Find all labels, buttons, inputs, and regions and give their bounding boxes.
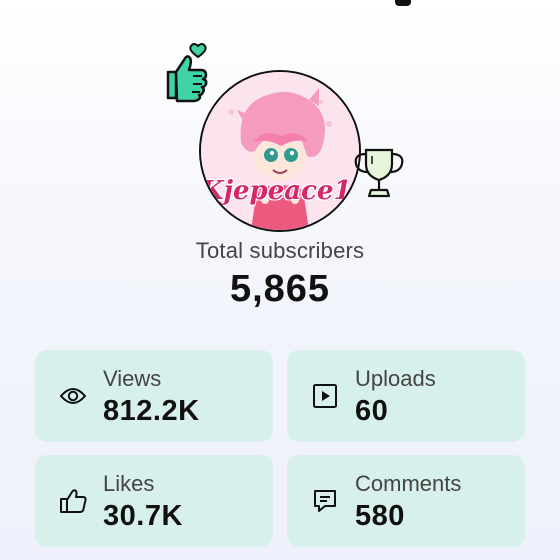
profile-header: Kjepeace18 <box>0 30 560 232</box>
stat-label: Uploads <box>355 366 436 391</box>
avatar-signature: Kjepeace18 <box>201 176 361 206</box>
header-edge-glyph <box>395 0 411 6</box>
thumbs-up-icon <box>59 487 87 515</box>
comment-icon <box>311 487 339 515</box>
channel-avatar[interactable]: Kjepeace18 <box>199 70 361 232</box>
stat-card-views[interactable]: Views 812.2K <box>35 350 273 442</box>
eye-icon <box>59 382 87 410</box>
stat-card-comments[interactable]: Comments 580 <box>287 455 525 547</box>
trophy-sticker-icon <box>348 142 410 209</box>
stat-value: 580 <box>355 500 405 532</box>
play-box-icon <box>311 382 339 410</box>
stat-value: 812.2K <box>103 395 200 427</box>
stat-label: Views <box>103 366 162 391</box>
total-subscribers-label: Total subscribers <box>195 238 365 263</box>
stat-value: 30.7K <box>103 500 183 532</box>
total-subscribers-value: 5,865 <box>229 268 331 310</box>
stat-card-likes[interactable]: Likes 30.7K <box>35 455 273 547</box>
stat-card-uploads[interactable]: Uploads 60 <box>287 350 525 442</box>
thumbs-up-sticker-icon <box>160 42 212 111</box>
stat-value: 60 <box>355 395 389 427</box>
stat-label: Likes <box>103 471 155 496</box>
stat-label: Comments <box>355 471 462 496</box>
